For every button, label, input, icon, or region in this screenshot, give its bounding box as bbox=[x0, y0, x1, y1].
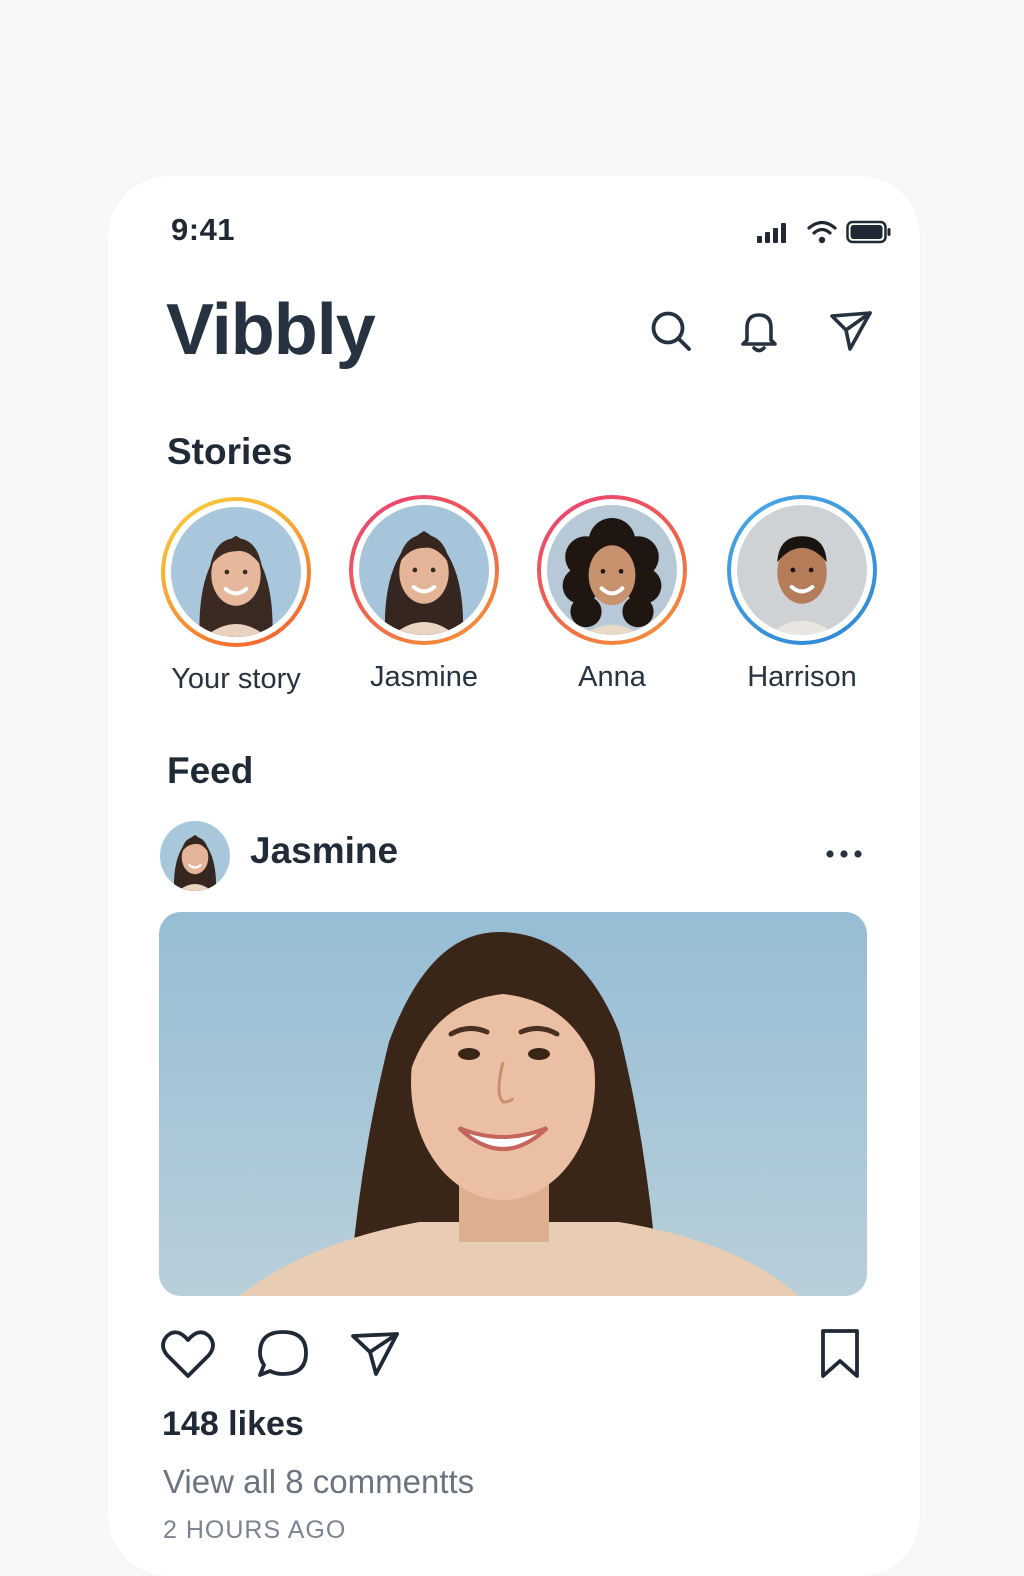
comment-icon[interactable] bbox=[256, 1328, 310, 1380]
story-anna[interactable]: Anna bbox=[537, 495, 687, 694]
story-ring bbox=[349, 495, 499, 645]
more-horizontal-icon[interactable] bbox=[822, 838, 866, 868]
story-label: Harrison bbox=[747, 661, 857, 693]
post-timestamp: 2 HOURS AGO bbox=[163, 1516, 347, 1544]
story-ring bbox=[161, 497, 311, 647]
status-time: 9:41 bbox=[171, 212, 236, 247]
cellular-signal-icon bbox=[757, 223, 786, 243]
story-harrison[interactable]: Harrison bbox=[727, 495, 877, 694]
story-jasmine[interactable]: Jasmine bbox=[349, 495, 499, 694]
send-icon[interactable] bbox=[350, 1330, 400, 1376]
likes-count: 148 likes bbox=[162, 1405, 304, 1443]
view-comments-link[interactable]: View all 8 commentts bbox=[163, 1463, 474, 1501]
avatar bbox=[359, 505, 489, 635]
story-label: Your story bbox=[171, 663, 301, 695]
phone-screen bbox=[108, 176, 920, 1576]
send-icon[interactable] bbox=[828, 308, 874, 354]
app-title: Vibbly bbox=[166, 290, 376, 370]
story-ring bbox=[727, 495, 877, 645]
wifi-icon bbox=[807, 220, 837, 244]
feed-heading: Feed bbox=[167, 750, 254, 791]
avatar bbox=[737, 505, 867, 635]
search-icon[interactable] bbox=[648, 308, 694, 354]
story-your-story[interactable]: Your story bbox=[161, 497, 311, 696]
avatar bbox=[171, 507, 301, 637]
avatar bbox=[547, 505, 677, 635]
story-ring bbox=[537, 495, 687, 645]
story-label: Jasmine bbox=[370, 661, 478, 693]
battery-icon bbox=[846, 220, 891, 244]
post-author-avatar[interactable] bbox=[160, 821, 230, 891]
bell-icon[interactable] bbox=[736, 308, 782, 354]
heart-icon[interactable] bbox=[160, 1328, 216, 1380]
post-photo[interactable] bbox=[159, 912, 867, 1296]
post-author-name[interactable]: Jasmine bbox=[250, 830, 398, 872]
story-label: Anna bbox=[578, 661, 646, 693]
bookmark-icon[interactable] bbox=[818, 1328, 862, 1380]
stories-heading: Stories bbox=[167, 431, 293, 472]
